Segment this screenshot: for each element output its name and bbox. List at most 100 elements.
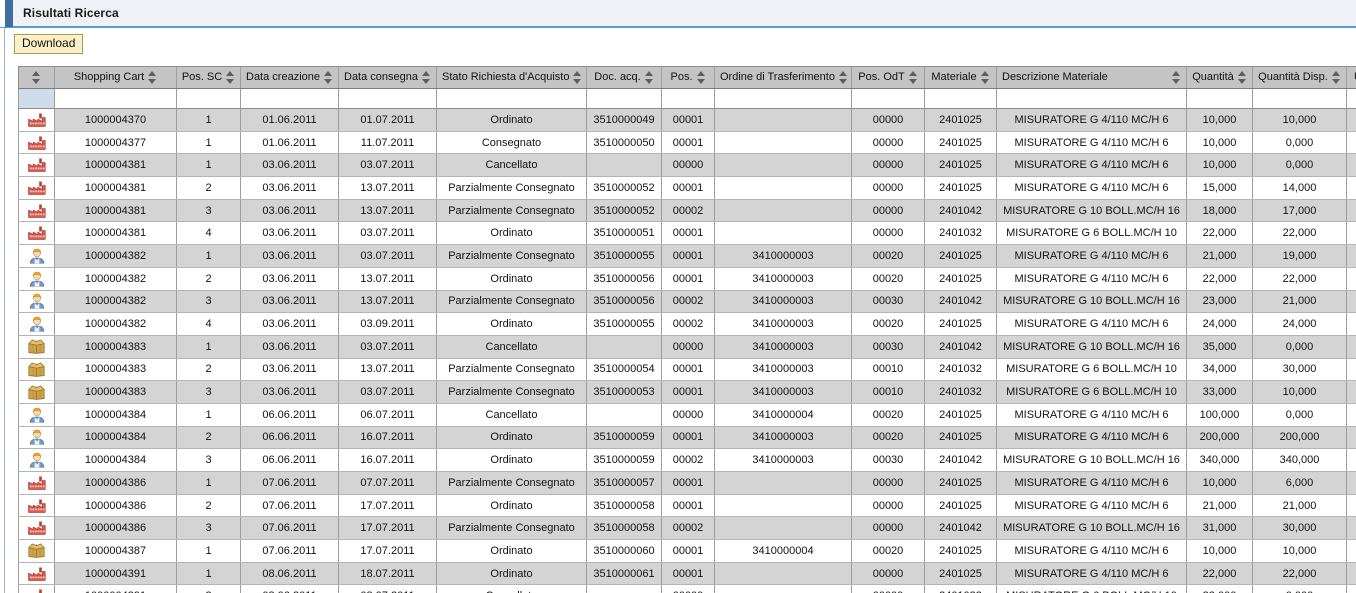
filter-cell-doc_acq[interactable] <box>586 88 662 109</box>
sort-updown-icon[interactable] <box>324 71 333 84</box>
filter-cell-icon[interactable] <box>18 88 55 109</box>
table-row[interactable]: 1000004386 1 07.06.2011 07.07.2011 Parzialme… <box>18 471 1356 495</box>
row-status-icon-cell[interactable] <box>18 380 55 404</box>
table-row[interactable]: 1000004383 2 03.06.2011 13.07.2011 Parzialme… <box>18 358 1356 382</box>
row-status-icon-cell[interactable] <box>18 267 55 291</box>
sort-updown-icon[interactable] <box>1331 71 1341 84</box>
cell-data_cons: 13.07.2011 <box>338 267 437 291</box>
row-status-icon-cell[interactable] <box>18 153 55 178</box>
row-status-icon-cell[interactable] <box>18 494 55 518</box>
filter-cell-data_cons[interactable] <box>338 88 437 109</box>
sort-updown-icon[interactable] <box>980 71 990 84</box>
row-status-icon-cell[interactable] <box>18 539 55 563</box>
row-status-icon-cell[interactable] <box>18 426 55 450</box>
cell-um: PZ <box>1346 108 1356 132</box>
column-header-pos_sc[interactable]: Pos. SC <box>176 66 241 89</box>
table-row[interactable]: 1000004391208.06.201108.07.2011Cancellat… <box>18 584 1356 593</box>
cell-materiale: 2401032 <box>924 380 997 404</box>
download-button[interactable]: Download <box>14 34 84 54</box>
cell-cart: 1000004386 <box>54 494 177 518</box>
column-header-cart[interactable]: Shopping Cart <box>54 66 177 89</box>
sort-updown-icon[interactable] <box>838 71 848 84</box>
table-row[interactable]: 1000004382 3 03.06.2011 13.07.2011 Parzialme… <box>18 290 1356 314</box>
table-row[interactable]: 1000004386 2 07.06.2011 17.07.2011 Ordinato 3… <box>18 494 1356 518</box>
column-header-qta[interactable]: Quantità <box>1186 66 1253 89</box>
sort-updown-icon[interactable] <box>32 71 41 84</box>
sort-updown-icon[interactable] <box>908 71 918 84</box>
table-row[interactable]: 1000004382 2 03.06.2011 13.07.2011 Ordinato 3… <box>18 267 1356 291</box>
filter-cell-um[interactable] <box>1346 88 1356 109</box>
table-row[interactable]: 1000004383 3 03.06.2011 03.07.2011 Parzialme… <box>18 380 1356 404</box>
row-status-icon-cell[interactable] <box>18 516 55 541</box>
column-header-odt[interactable]: Ordine di Trasferimento <box>714 66 852 89</box>
filter-cell-data_crea[interactable] <box>240 88 339 109</box>
table-row[interactable]: 1000004370 1 01.06.2011 01.07.2011 Ordinato 3… <box>18 108 1356 132</box>
table-row[interactable]: 1000004381 3 03.06.2011 13.07.2011 Parzialme… <box>18 199 1356 223</box>
table-row[interactable]: 1000004383 1 03.06.2011 03.07.2011 Cancellat… <box>18 335 1356 359</box>
row-status-icon-cell[interactable] <box>18 584 55 593</box>
sort-updown-icon[interactable] <box>644 71 654 84</box>
column-header-pos[interactable]: Pos. <box>661 66 715 89</box>
filter-cell-cart[interactable] <box>54 88 177 109</box>
table-row[interactable]: 1000004384 2 06.06.2011 16.07.2011 Ordinato 3… <box>18 426 1356 450</box>
column-header-doc_acq[interactable]: Doc. acq. <box>586 66 662 89</box>
sort-updown-icon[interactable] <box>1237 71 1247 84</box>
row-status-icon-cell[interactable] <box>18 108 55 132</box>
filter-cell-pos_sc[interactable] <box>176 88 241 109</box>
table-row[interactable]: 1000004384 3 06.06.2011 16.07.2011 Ordinato 3… <box>18 448 1356 472</box>
filter-cell-pos_odt[interactable] <box>851 88 925 109</box>
cell-cart: 1000004384 <box>54 426 177 450</box>
table-row[interactable]: 1000004382 1 03.06.2011 03.07.2011 Parzialme… <box>18 244 1356 268</box>
column-header-data_cons[interactable]: Data consegna <box>338 66 437 89</box>
table-row[interactable]: 1000004382 4 03.06.2011 03.09.2011 Ordinato 3… <box>18 312 1356 336</box>
sort-updown-icon[interactable] <box>226 71 235 84</box>
filter-cell-pos[interactable] <box>661 88 715 109</box>
row-status-icon-cell[interactable] <box>18 562 55 586</box>
cell-pos_sc: 2 <box>176 494 241 518</box>
table-row[interactable]: 1000004391 1 08.06.2011 18.07.2011 Ordinato 3… <box>18 562 1356 586</box>
table-row[interactable]: 1000004381 2 03.06.2011 13.07.2011 Parzialme… <box>18 176 1356 200</box>
sort-updown-icon[interactable] <box>422 71 431 84</box>
table-row[interactable]: 1000004386 3 07.06.2011 17.07.2011 Parzialme… <box>18 516 1356 541</box>
column-header-qta_disp[interactable]: Quantità Disp. <box>1252 66 1347 89</box>
row-status-icon-cell[interactable] <box>18 221 55 246</box>
row-status-icon-cell[interactable] <box>18 358 55 382</box>
person-icon <box>29 271 45 287</box>
row-status-icon-cell[interactable] <box>18 131 55 155</box>
row-status-icon-cell[interactable] <box>18 335 55 359</box>
column-header-materiale[interactable]: Materiale <box>924 66 997 89</box>
filter-cell-materiale[interactable] <box>924 88 997 109</box>
row-status-icon-cell[interactable] <box>18 199 55 223</box>
column-header-icon[interactable] <box>18 66 55 89</box>
filter-cell-qta_disp[interactable] <box>1252 88 1347 109</box>
sort-updown-icon[interactable] <box>696 71 706 84</box>
table-row[interactable]: 1000004381 4 03.06.2011 03.07.2011 Ordinato 3… <box>18 221 1356 246</box>
cell-pos_sc: 3 <box>176 199 241 223</box>
column-header-pos_odt[interactable]: Pos. OdT <box>851 66 925 89</box>
cell-pos_sc: 1 <box>176 335 241 359</box>
column-header-um[interactable]: UM <box>1346 66 1356 89</box>
row-status-icon-cell[interactable] <box>18 312 55 336</box>
table-row[interactable]: 1000004384 1 06.06.2011 06.07.2011 Cancellat… <box>18 403 1356 427</box>
row-status-icon-cell[interactable] <box>18 244 55 268</box>
filter-cell-stato[interactable] <box>436 88 587 109</box>
column-header-data_crea[interactable]: Data creazione <box>240 66 339 89</box>
row-status-icon-cell[interactable] <box>18 290 55 314</box>
sort-updown-icon[interactable] <box>148 71 157 84</box>
cell-descr: MISURATORE G 10 BOLL.MC/H 16 <box>996 516 1187 541</box>
row-status-icon-cell[interactable] <box>18 471 55 495</box>
column-header-stato[interactable]: Stato Richiesta d'Acquisto <box>436 66 587 89</box>
table-row[interactable]: 1000004377 1 01.06.2011 11.07.2011 Consegnat… <box>18 131 1356 155</box>
filter-cell-descr[interactable] <box>996 88 1187 109</box>
table-row[interactable]: 1000004381 1 03.06.2011 03.07.2011 Cancellat… <box>18 153 1356 178</box>
filter-cell-qta[interactable] <box>1186 88 1253 109</box>
sort-updown-icon[interactable] <box>573 71 582 84</box>
row-status-icon-cell[interactable] <box>18 176 55 200</box>
table-row[interactable]: 1000004387 1 07.06.2011 17.07.2011 Ordinato 3… <box>18 539 1356 563</box>
row-status-icon-cell[interactable] <box>18 403 55 427</box>
sort-updown-icon[interactable] <box>1172 71 1181 84</box>
row-status-icon-cell[interactable] <box>18 448 55 472</box>
cell-materiale: 2401042 <box>924 448 997 472</box>
column-header-descr[interactable]: Descrizione Materiale <box>996 66 1187 89</box>
filter-cell-odt[interactable] <box>714 88 852 109</box>
